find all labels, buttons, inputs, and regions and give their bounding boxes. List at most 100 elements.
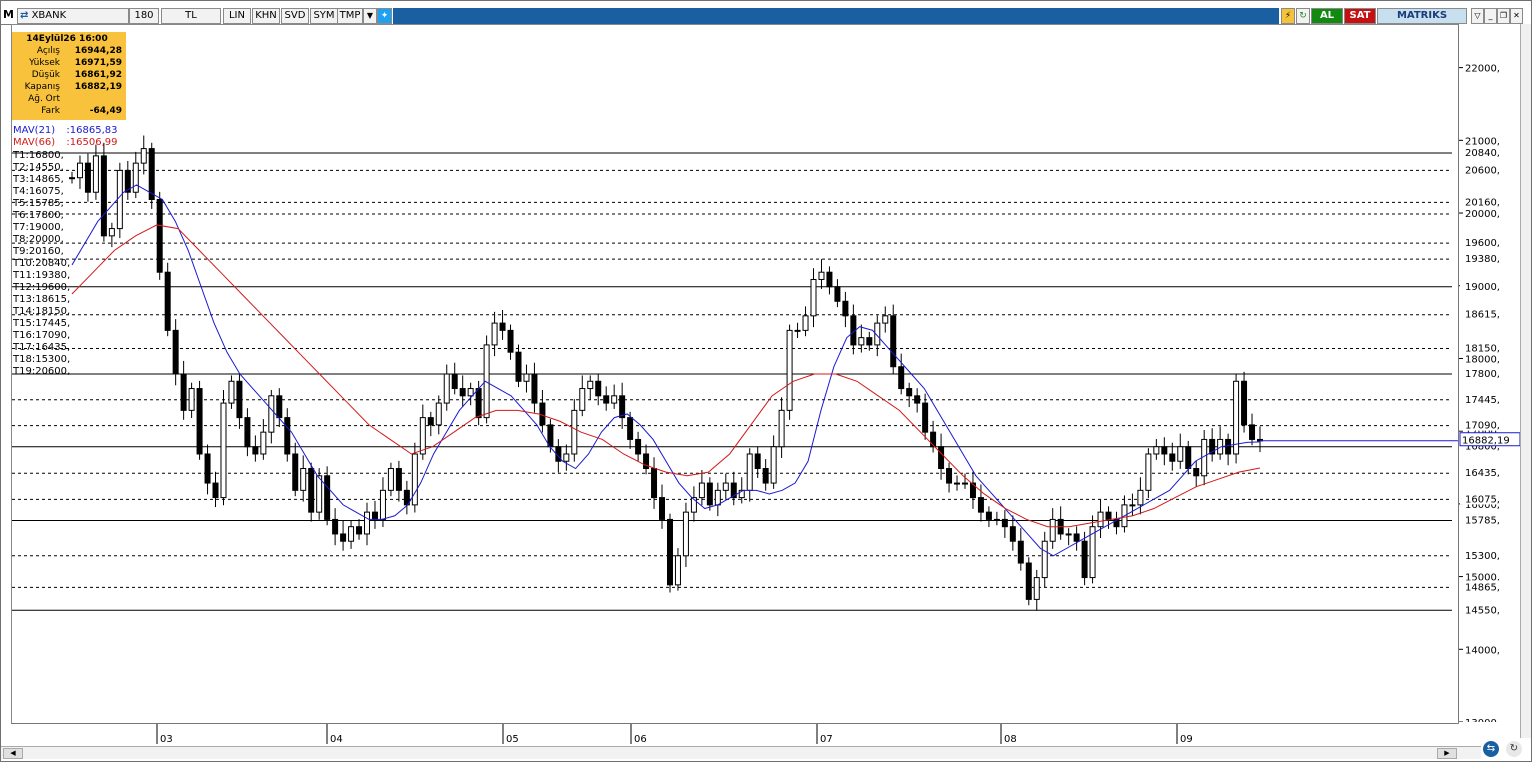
candle-body bbox=[1049, 518, 1056, 542]
mav21-legend: MAV(21) :16865,83 bbox=[13, 125, 117, 136]
candle-body bbox=[364, 511, 371, 535]
dropdown-arrow-icon[interactable]: ▼ bbox=[363, 8, 377, 24]
sym-button[interactable]: SYM bbox=[310, 8, 338, 24]
time-axis[interactable]: 03 04 05 06 07 08 09 bbox=[11, 723, 1457, 746]
tmp-button[interactable]: TMP bbox=[337, 8, 363, 24]
period-field[interactable]: 180 bbox=[129, 8, 159, 24]
candle-body bbox=[411, 453, 418, 506]
candle-body bbox=[340, 533, 347, 542]
mav66-value: :16506,99 bbox=[66, 137, 118, 148]
candle-body bbox=[1001, 518, 1008, 528]
swap-icon[interactable]: ⇆ bbox=[1483, 741, 1499, 757]
candle-body bbox=[1137, 489, 1144, 506]
candle-body bbox=[236, 380, 243, 419]
candle-body bbox=[698, 482, 705, 499]
candle-body bbox=[332, 518, 339, 535]
level-label: 20840, bbox=[1465, 148, 1500, 159]
ma21-line bbox=[71, 184, 1261, 557]
info-label: Ağ. Ort bbox=[28, 94, 60, 104]
candle-body bbox=[1065, 533, 1072, 536]
level-label: 16435, bbox=[1465, 468, 1500, 479]
x-tick-label: 05 bbox=[506, 734, 519, 745]
candle-body bbox=[938, 446, 945, 470]
minimize-icon[interactable]: ▽ bbox=[1471, 8, 1484, 24]
refresh-icon[interactable]: ↻ bbox=[1296, 8, 1310, 24]
scroll-left-arrow-icon[interactable]: ◀ bbox=[3, 748, 23, 759]
candle-body bbox=[108, 228, 115, 237]
candle-body bbox=[348, 526, 355, 542]
candle-body bbox=[1017, 540, 1024, 564]
vertical-scrollbar[interactable] bbox=[1520, 24, 1531, 738]
candle-body bbox=[571, 409, 578, 455]
candle-body bbox=[140, 148, 147, 164]
candle-body bbox=[547, 424, 554, 448]
ohlc-info-box: 14Eylül26 16:00 Açılış 16944,28 Yüksek 1… bbox=[12, 32, 126, 120]
candle-body bbox=[148, 148, 155, 200]
candle-body bbox=[427, 417, 434, 426]
candle-body bbox=[651, 468, 658, 499]
candle-body bbox=[826, 271, 833, 288]
svd-button[interactable]: SVD bbox=[281, 8, 309, 24]
x-tick-label: 03 bbox=[160, 734, 173, 745]
candle-body bbox=[76, 162, 83, 179]
candle-body bbox=[292, 453, 299, 491]
bolt-icon[interactable]: ⚡ bbox=[1281, 8, 1295, 24]
info-value: 16861,92 bbox=[74, 70, 122, 80]
candle-body bbox=[284, 417, 291, 455]
candle-body bbox=[435, 402, 442, 426]
candle-body bbox=[1129, 504, 1136, 507]
x-tick-label: 06 bbox=[634, 734, 647, 745]
price-axis[interactable]: 22000,21000,20000,19000,18000,17000,1600… bbox=[1458, 24, 1521, 729]
level-label: 16075, bbox=[1465, 494, 1500, 505]
khn-button[interactable]: KHN bbox=[252, 8, 280, 24]
close-window-icon[interactable]: ✕ bbox=[1510, 8, 1523, 24]
candle-body bbox=[92, 155, 99, 193]
candle-body bbox=[666, 518, 673, 586]
lin-button[interactable]: LIN bbox=[223, 8, 251, 24]
candle-body bbox=[491, 322, 498, 346]
candle-body bbox=[499, 322, 506, 331]
target-level-item: T18:15300, bbox=[13, 354, 71, 365]
y-tick-label: 18000, bbox=[1465, 354, 1500, 365]
buy-button[interactable]: AL bbox=[1311, 8, 1343, 24]
chart-area[interactable] bbox=[11, 24, 1459, 724]
candle-body bbox=[611, 395, 618, 404]
info-label: Düşük bbox=[31, 70, 60, 80]
y-tick-label: 22000, bbox=[1465, 64, 1500, 75]
candle-body bbox=[866, 337, 873, 346]
candle-body bbox=[523, 373, 530, 382]
scroll-corner-icon[interactable]: ↻ bbox=[1506, 741, 1522, 757]
candle-body bbox=[475, 388, 482, 419]
candle-body bbox=[810, 278, 817, 317]
candle-body bbox=[794, 329, 801, 332]
candle-body bbox=[762, 468, 769, 484]
candle-body bbox=[356, 526, 363, 535]
twitter-icon[interactable]: ✦ bbox=[377, 8, 392, 24]
horizontal-scrollbar[interactable]: ◀ ▶ ⇆ ↻ bbox=[1, 741, 1522, 759]
restore-window-icon[interactable]: ❐ bbox=[1497, 8, 1510, 24]
candle-body bbox=[1041, 540, 1048, 579]
candle-body bbox=[1193, 468, 1200, 477]
candle-body bbox=[379, 489, 386, 520]
app-logo: M bbox=[3, 8, 14, 22]
level-label: 15300, bbox=[1465, 551, 1500, 562]
level-label: 17090, bbox=[1465, 421, 1500, 432]
candle-body bbox=[1225, 438, 1232, 455]
candle-body bbox=[1241, 380, 1248, 426]
info-value: 16882,19 bbox=[74, 82, 122, 92]
y-tick-label: 13000, bbox=[1465, 718, 1500, 722]
candle-body bbox=[834, 286, 841, 302]
last-price-label: 16882,19 bbox=[1462, 436, 1510, 447]
scroll-right-arrow-icon[interactable]: ▶ bbox=[1437, 748, 1457, 759]
sell-button[interactable]: SAT bbox=[1344, 8, 1376, 24]
x-tick-label: 09 bbox=[1180, 734, 1193, 745]
minimize-window-icon[interactable]: _ bbox=[1484, 8, 1497, 24]
candle-body bbox=[371, 511, 378, 520]
symbol-field[interactable]: ⇄ XBANK bbox=[17, 8, 129, 24]
candle-body bbox=[587, 380, 594, 390]
brand-label: MATRIKS bbox=[1377, 8, 1467, 24]
info-date: 14Eylül26 16:00 bbox=[26, 34, 108, 44]
currency-field[interactable]: TL bbox=[161, 8, 221, 24]
candle-body bbox=[961, 482, 968, 485]
candle-body bbox=[1233, 380, 1240, 455]
